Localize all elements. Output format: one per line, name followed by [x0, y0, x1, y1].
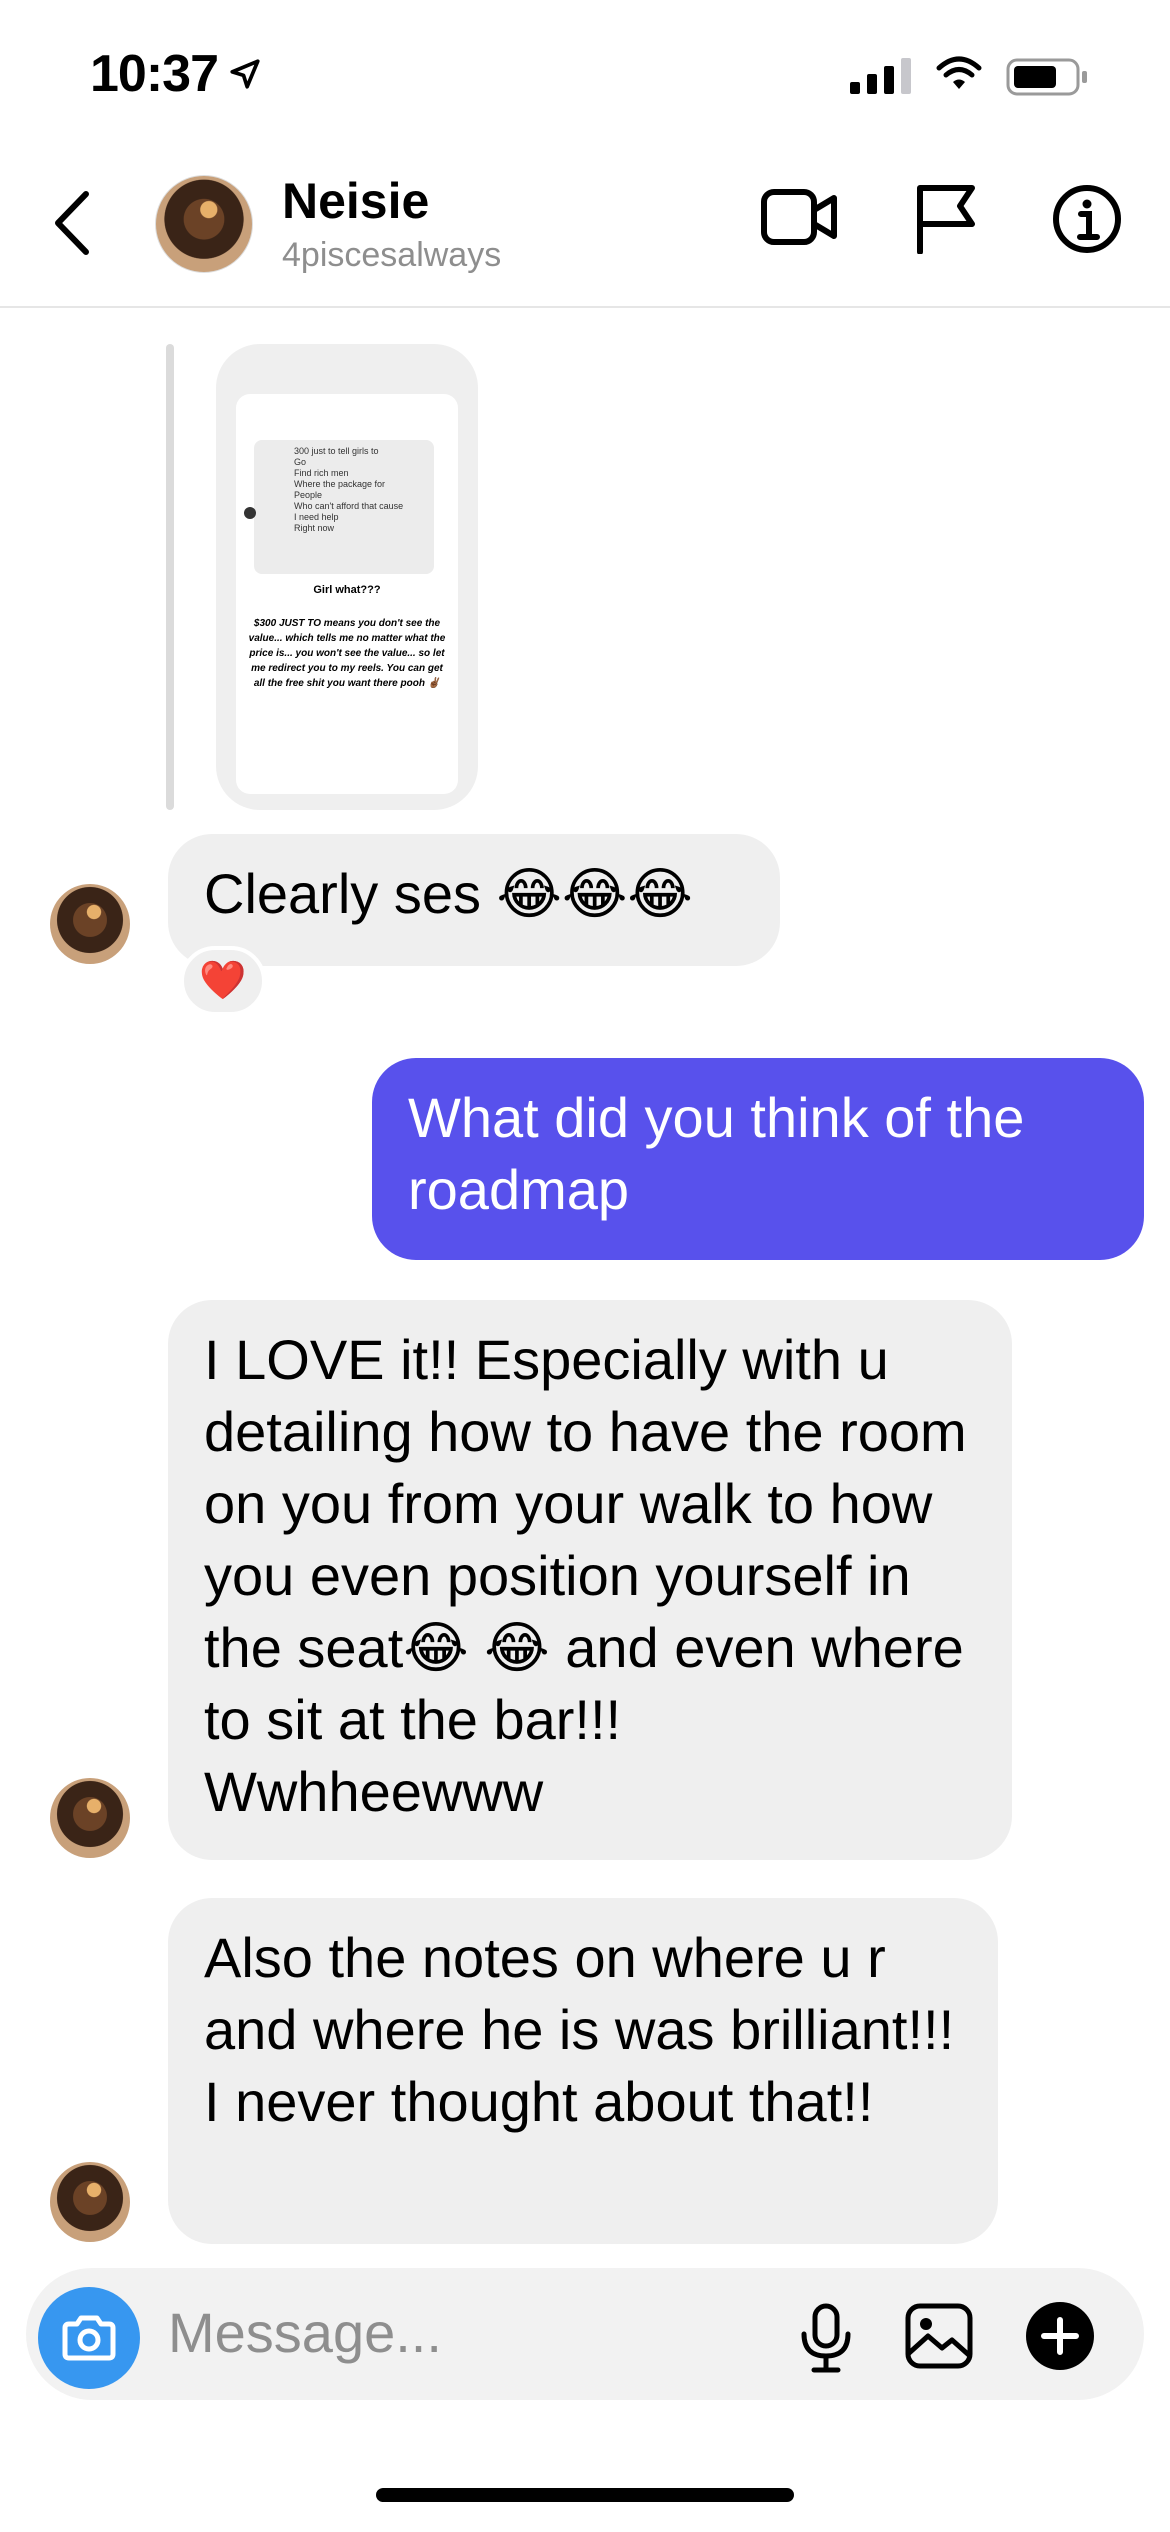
heart-reaction-emoji: ❤️ — [199, 960, 247, 1002]
story-quote-text: 300 just to tell girls to Go Find rich m… — [254, 440, 434, 574]
message-text: Also the notes on where u r and where he… — [204, 1926, 955, 2133]
info-icon[interactable] — [1052, 184, 1122, 254]
location-arrow-icon — [230, 59, 260, 89]
message-text: I LOVE it!! Especially with u detailing … — [204, 1328, 967, 1823]
message-bubble-incoming[interactable]: Also the notes on where u r and where he… — [168, 1898, 998, 2244]
video-call-icon[interactable] — [760, 184, 840, 250]
story-content: 300 just to tell girls to Go Find rich m… — [236, 394, 458, 794]
story-quote-avatar — [244, 507, 256, 519]
image-icon[interactable] — [904, 2302, 974, 2370]
back-chevron-icon[interactable] — [50, 190, 94, 256]
sender-avatar[interactable] — [50, 884, 130, 964]
time-text: 10:37 — [90, 45, 219, 103]
message-text: What did you think of the roadmap — [408, 1086, 1025, 1221]
message-input[interactable]: Message... — [168, 2300, 442, 2365]
contact-avatar[interactable] — [155, 175, 253, 273]
message-text: Clearly ses 😂😂😂 — [204, 862, 693, 925]
flag-icon[interactable] — [912, 184, 978, 254]
message-bubble-outgoing[interactable]: What did you think of the roadmap — [372, 1058, 1144, 1260]
sender-avatar[interactable] — [50, 2162, 130, 2242]
shared-story-card[interactable]: 300 just to tell girls to Go Find rich m… — [216, 344, 478, 810]
camera-button[interactable] — [38, 2287, 140, 2389]
sender-avatar[interactable] — [50, 1778, 130, 1858]
plus-icon[interactable] — [1024, 2300, 1096, 2372]
message-bubble-incoming[interactable]: Clearly ses 😂😂😂 — [168, 834, 780, 966]
message-bubble-incoming[interactable]: I LOVE it!! Especially with u detailing … — [168, 1300, 1012, 1860]
camera-icon — [62, 2315, 116, 2361]
cellular-signal-icon — [850, 58, 911, 94]
story-body: $300 JUST TO means you don't see the val… — [248, 618, 446, 689]
contact-username[interactable]: 4piscesalways — [282, 236, 501, 275]
status-bar-time: 10:37 — [90, 44, 262, 104]
wifi-icon — [936, 56, 982, 89]
battery-icon — [1006, 58, 1087, 96]
story-title: Girl what??? — [313, 584, 381, 596]
microphone-icon[interactable] — [796, 2302, 856, 2374]
home-indicator[interactable] — [376, 2488, 794, 2502]
story-reply-bar — [166, 344, 174, 810]
contact-name[interactable]: Neisie — [282, 172, 429, 230]
heart-reaction[interactable]: ❤️ — [180, 946, 266, 1016]
